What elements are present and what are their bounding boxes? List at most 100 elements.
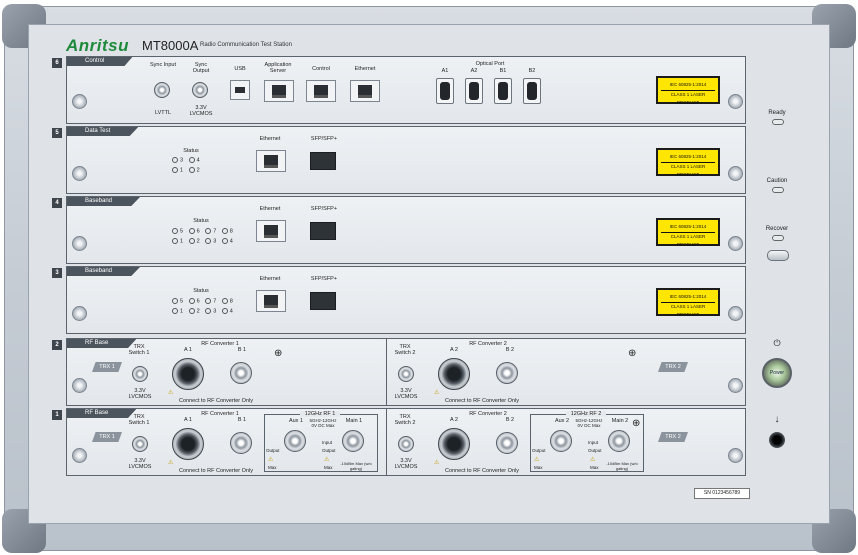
led-indicator [188,157,195,163]
main2-label: Main 2 [611,418,629,424]
screw-icon [728,166,743,181]
ground-icon: ⊕ [274,348,283,359]
connect-only-label: Connect to RF Converter Only [445,398,519,404]
baseband-sfp-port[interactable] [310,222,336,240]
main1-dbm-label: -10dBm Max (w/o gating) [340,461,372,471]
lvttl-label: LVTTL [154,110,172,116]
led-indicator [172,228,178,234]
screw-icon [72,94,87,109]
module-tab-control: Control [67,57,133,66]
trx-switch2-connector[interactable] [398,366,414,382]
trx-switch2-level: 3.3V LVCMOS [394,458,418,470]
led-indicator [221,228,228,234]
connect-only-label: Connect to RF Converter Only [445,468,519,474]
optical-port-b2[interactable] [523,78,541,104]
trx-switch1-level: 3.3V LVCMOS [128,458,152,470]
sync-input-connector[interactable] [154,82,170,98]
b1-connector[interactable] [230,362,252,384]
status-leds-row2: 1 2 3 4 [172,238,233,244]
slot-number-1: 1 [52,410,62,420]
b2-label: B 2 [505,347,515,353]
b2-connector[interactable] [496,432,518,454]
led-indicator [172,167,178,173]
optical-b2-label: B2 [528,68,536,74]
a2-connector[interactable] [438,428,470,460]
caution-label: Caution [766,178,788,184]
warning-icon: ⚠ [168,460,174,466]
sfp-label: SFP/SFP+ [310,276,338,282]
main2-connector[interactable] [608,430,630,452]
aux1-connector[interactable] [284,430,306,452]
data-test-sfp-port[interactable] [310,152,336,170]
laser-warning-label: IEC 60825-1:2014 CLASS 1 LASER PRODUCT [656,76,720,107]
trx2-label: TRX 2 [658,362,688,372]
aux2-connector[interactable] [550,430,572,452]
control-ethernet-port[interactable] [306,80,336,102]
trx-switch1-connector[interactable] [132,366,148,382]
module-tab-baseband: Baseband [67,267,141,276]
ethernet-port[interactable] [350,80,380,102]
dc-jack-connector[interactable] [769,432,785,448]
trx-switch2-level: 3.3V LVCMOS [394,388,418,400]
module-baseband-3: Baseband [66,266,746,334]
led-indicator [221,298,228,304]
caution-led [772,187,784,193]
trx-switch1-label: TRX Switch 1 [128,414,150,426]
instrument-front-panel: Anritsu MT8000A Radio Communication Test… [0,0,858,555]
main2-dbm-label: -10dBm Max (w/o gating) [606,461,638,471]
led-indicator [172,157,178,163]
ready-led [772,119,784,125]
warning-icon: ⚠ [324,457,330,463]
serial-number-label: SN 0123456789 [694,488,750,499]
a1-label: A 1 [184,417,192,423]
screw-icon [72,378,87,393]
laser-class: CLASS 1 LASER PRODUCT [661,232,715,249]
b2-connector[interactable] [496,362,518,384]
laser-standard: IEC 60825-1:2014 [669,82,707,87]
laser-class: CLASS 1 LASER PRODUCT [661,162,715,179]
recover-button[interactable] [767,250,789,261]
power-button[interactable]: Power [762,358,792,388]
trx-switch2-connector[interactable] [398,436,414,452]
laser-class: CLASS 1 LASER PRODUCT [661,302,715,319]
laser-standard: IEC 60825-1:2014 [669,224,707,229]
a2-connector[interactable] [438,358,470,390]
a1-connector[interactable] [172,358,204,390]
aux2-output-label: Output [532,448,546,453]
led-indicator [221,308,228,314]
warning-icon: ⚠ [590,457,596,463]
data-test-ethernet-port[interactable] [256,150,286,172]
trx-switch1-connector[interactable] [132,436,148,452]
b2-label: B 2 [505,417,515,423]
app-server-ethernet-port[interactable] [264,80,294,102]
slot-number-3: 3 [52,268,62,278]
sfp-label: SFP/SFP+ [310,206,338,212]
a1-connector[interactable] [172,428,204,460]
baseband-sfp-port[interactable] [310,292,336,310]
module-data-test: Data Test [66,126,746,194]
sync-output-connector[interactable] [192,82,208,98]
optical-port-a2[interactable] [465,78,483,104]
power-button-label: Power [769,370,785,376]
ground-icon: ⊕ [628,348,637,359]
baseband-ethernet-port[interactable] [256,220,286,242]
baseband-ethernet-port[interactable] [256,290,286,312]
optical-port-a1[interactable] [436,78,454,104]
screw-icon [728,378,743,393]
usb-port[interactable] [230,80,250,100]
slot-number-4: 4 [52,198,62,208]
screw-icon [72,448,87,463]
b1-connector[interactable] [230,432,252,454]
main2-max-label: Max [590,465,599,470]
sync-output-label: Sync Output [192,62,210,74]
led-indicator [172,308,178,314]
status-label: Status [183,148,199,154]
laser-class: CLASS 1 LASER PRODUCT [661,90,715,107]
optical-port-b1[interactable] [494,78,512,104]
optical-a2-label: A2 [470,68,478,74]
module-baseband-4: Baseband [66,196,746,264]
main1-connector[interactable] [342,430,364,452]
trx-switch2-label: TRX Switch 2 [394,344,416,356]
optical-port-label: Optical Port [475,61,505,67]
sfp-label: SFP/SFP+ [310,136,338,142]
